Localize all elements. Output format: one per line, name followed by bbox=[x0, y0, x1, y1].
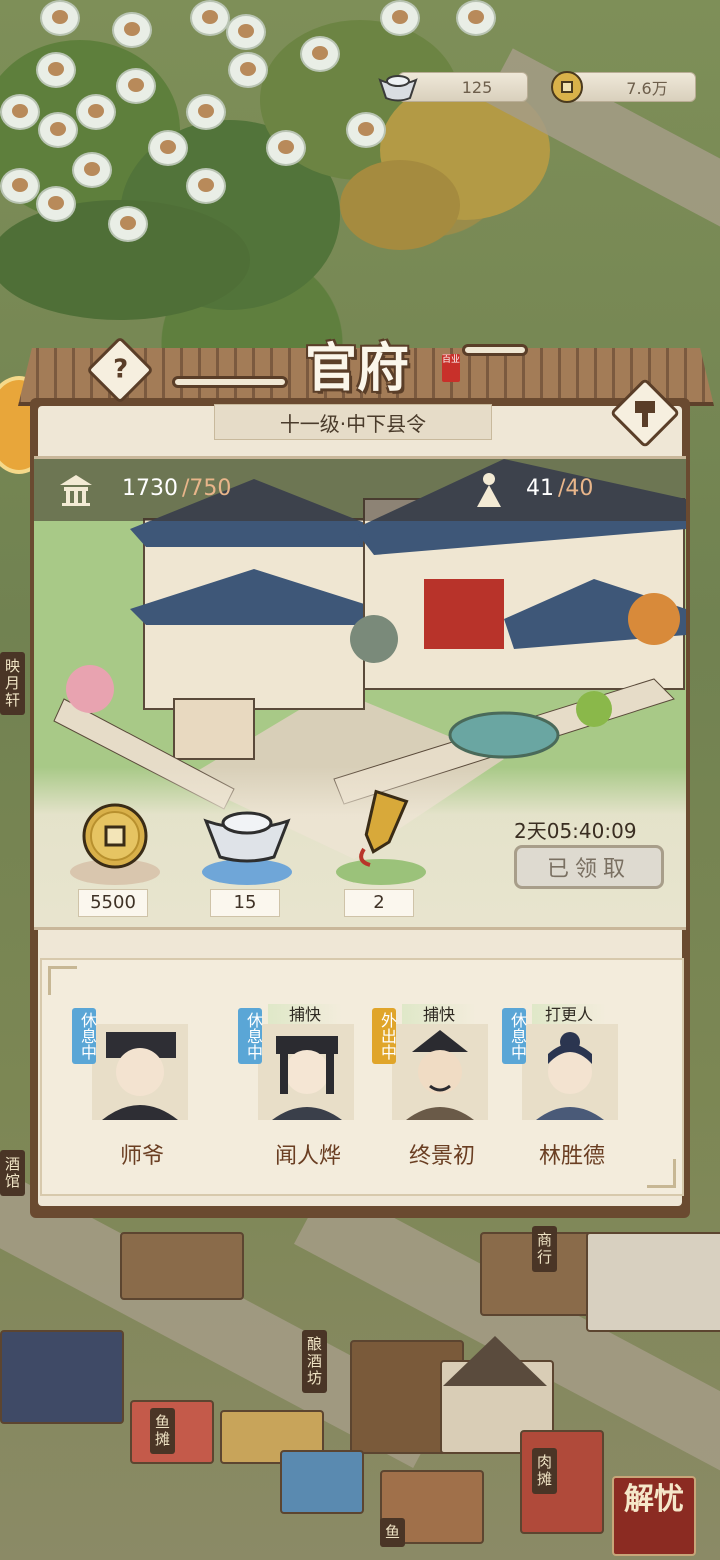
staff-member[interactable]: 休息中 师爷 bbox=[72, 1008, 196, 1178]
produce-bubble[interactable] bbox=[40, 0, 80, 36]
coin-value: 7.6万 bbox=[626, 79, 668, 98]
silver-ingot-icon bbox=[378, 70, 418, 108]
avatar bbox=[92, 1024, 188, 1120]
staff-name: 林胜德 bbox=[538, 1144, 605, 1169]
status-badge: 外出中 bbox=[372, 1008, 397, 1064]
office-stats-bar: 1730 /750 41 /40 bbox=[34, 459, 686, 521]
town-building[interactable] bbox=[0, 1330, 124, 1424]
shop-sign-fish-stall[interactable]: 鱼摊 bbox=[150, 1408, 175, 1454]
produce-bubble[interactable] bbox=[0, 168, 40, 204]
staff-name: 闻人烨 bbox=[274, 1144, 341, 1169]
staff-member[interactable]: 打更人 休息中 林胜德 bbox=[502, 1004, 626, 1178]
staff-name: 终景初 bbox=[408, 1144, 475, 1169]
official-rank-label: 十一级·中下县令 bbox=[214, 404, 492, 440]
population-cap: /40 bbox=[558, 476, 594, 501]
prosperity-cap: /750 bbox=[182, 476, 232, 501]
shop-sign-fish-stall-2[interactable]: 鱼 bbox=[380, 1518, 405, 1547]
town-building[interactable] bbox=[120, 1232, 244, 1300]
produce-bubble[interactable] bbox=[148, 130, 188, 166]
avatar bbox=[522, 1024, 618, 1120]
reward-timer: 2天05:40:09 bbox=[514, 819, 637, 843]
staff-member[interactable]: 捕快 外出中 终景初 bbox=[372, 1004, 496, 1178]
produce-bubble[interactable] bbox=[112, 12, 152, 48]
silver-value: 125 bbox=[461, 77, 493, 97]
produce-bubble[interactable] bbox=[456, 0, 496, 36]
corner-ornament bbox=[48, 966, 77, 995]
status-badge: 休息中 bbox=[238, 1008, 263, 1064]
produce-bubble[interactable] bbox=[186, 168, 226, 204]
produce-bubble[interactable] bbox=[72, 152, 112, 188]
produce-bubble[interactable] bbox=[36, 52, 76, 88]
prosperity-stat: 1730 /750 bbox=[122, 476, 231, 501]
prosperity-icon bbox=[58, 473, 94, 513]
coin-counter[interactable]: 7.6万 bbox=[570, 72, 696, 102]
produce-bubble[interactable] bbox=[116, 68, 156, 104]
reward-count: 2 bbox=[344, 889, 414, 917]
population-current: 41 bbox=[526, 476, 554, 501]
produce-bubble[interactable] bbox=[300, 36, 340, 72]
office-compound-scene: 1730 /750 41 /40 5500 15 2 2天05:40:09 已领… bbox=[34, 456, 686, 930]
produce-bubble[interactable] bbox=[190, 0, 230, 36]
shop-sign-meat-stall[interactable]: 肉摊 bbox=[532, 1448, 557, 1494]
government-office-dialog: 官府 百业 ? 十一级·中下县令 1730 /750 41 /40 5500 1… bbox=[18, 336, 714, 1218]
relief-badge-button[interactable]: 解忧 bbox=[612, 1476, 696, 1556]
claim-button[interactable]: 已领取 bbox=[514, 845, 664, 889]
staff-roster: 休息中 师爷 捕快 休息中 闻人烨 捕快 外出中 终景初 打更人 休息中 林胜德 bbox=[40, 958, 684, 1196]
corner-ornament bbox=[647, 1159, 676, 1188]
produce-bubble[interactable] bbox=[108, 206, 148, 242]
dialog-title: 官府 bbox=[304, 337, 409, 399]
produce-bubble[interactable] bbox=[186, 94, 226, 130]
produce-bubble[interactable] bbox=[346, 112, 386, 148]
staff-role: 打更人 bbox=[532, 1004, 606, 1026]
staff-role: 捕快 bbox=[402, 1004, 476, 1026]
shop-sign-brewery[interactable]: 酿酒坊 bbox=[302, 1330, 327, 1393]
reward-count: 5500 bbox=[78, 889, 148, 917]
title-seal: 百业 bbox=[442, 354, 460, 382]
population-stat: 41 /40 bbox=[526, 476, 593, 501]
produce-bubble[interactable] bbox=[0, 94, 40, 130]
produce-bubble[interactable] bbox=[226, 14, 266, 50]
status-badge: 休息中 bbox=[72, 1008, 97, 1064]
shop-sign-merchant[interactable]: 商行 bbox=[532, 1226, 557, 1272]
produce-bubble[interactable] bbox=[228, 52, 268, 88]
avatar bbox=[392, 1024, 488, 1120]
population-icon bbox=[474, 471, 504, 515]
autumn-tree bbox=[340, 160, 460, 250]
staff-role: 捕快 bbox=[268, 1004, 342, 1026]
question-icon: ? bbox=[113, 354, 129, 385]
produce-bubble[interactable] bbox=[266, 130, 306, 166]
produce-bubble[interactable] bbox=[38, 112, 78, 148]
copper-coin-icon bbox=[550, 70, 584, 108]
copper-coin-icon bbox=[82, 803, 148, 869]
produce-bubble[interactable] bbox=[36, 186, 76, 222]
avatar bbox=[258, 1024, 354, 1120]
town-building[interactable] bbox=[586, 1232, 720, 1332]
status-badge: 休息中 bbox=[502, 1008, 527, 1064]
produce-bubble[interactable] bbox=[380, 0, 420, 36]
prosperity-current: 1730 bbox=[122, 476, 178, 501]
silver-ingot-icon bbox=[203, 811, 291, 863]
produce-bubble[interactable] bbox=[76, 94, 116, 130]
market-stall[interactable] bbox=[280, 1450, 364, 1514]
reward-count: 15 bbox=[210, 889, 280, 917]
hammer-icon bbox=[635, 401, 655, 427]
gold-token-icon bbox=[359, 789, 409, 867]
staff-member[interactable]: 捕快 休息中 闻人烨 bbox=[238, 1004, 362, 1178]
staff-name: 师爷 bbox=[119, 1144, 164, 1169]
